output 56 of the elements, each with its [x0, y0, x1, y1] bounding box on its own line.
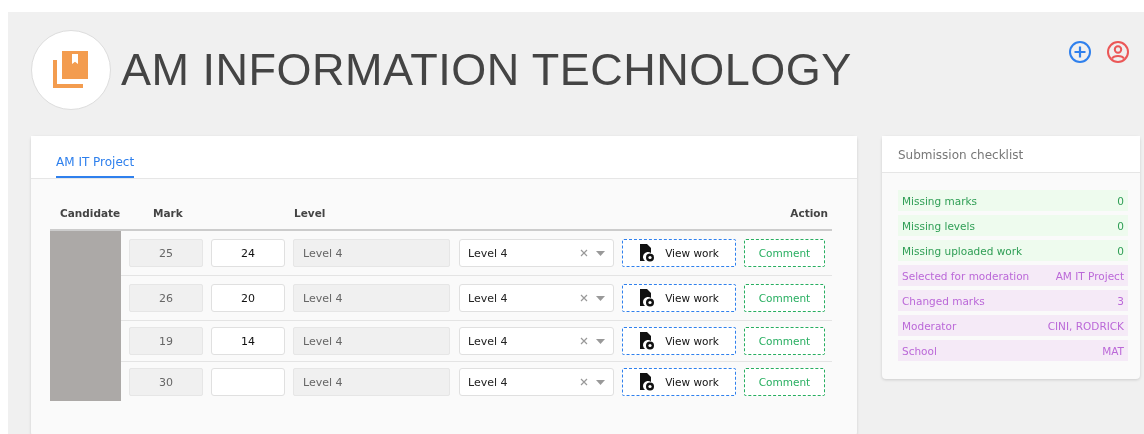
panel-title: Submission checklist — [882, 136, 1140, 173]
original-level: Level 4 — [293, 284, 450, 312]
checklist-value: MAT — [1102, 344, 1124, 357]
mark-input[interactable] — [211, 368, 285, 396]
checklist-value: 3 — [1117, 294, 1124, 307]
checklist-value: AM IT Project — [1055, 269, 1124, 282]
original-mark: 19 — [129, 327, 203, 355]
document-eye-icon — [639, 373, 656, 391]
view-work-button[interactable]: View work — [622, 327, 736, 355]
checklist-value: 0 — [1117, 244, 1124, 257]
document-eye-icon — [639, 289, 656, 307]
level-select[interactable]: Level 4 — [459, 284, 614, 312]
checklist-value: 0 — [1117, 219, 1124, 232]
original-mark: 25 — [129, 239, 203, 267]
book-icon — [53, 50, 89, 90]
original-level: Level 4 — [293, 368, 450, 396]
page-title: AM INFORMATION TECHNOLOGY — [121, 44, 853, 96]
project-tab[interactable]: AM IT Project — [56, 136, 135, 178]
clear-icon[interactable] — [580, 337, 588, 345]
caret-icon[interactable] — [596, 250, 605, 256]
clear-icon[interactable] — [580, 294, 588, 302]
column-header: Candidate — [59, 207, 122, 221]
view-work-button[interactable]: View work — [622, 239, 736, 267]
clear-icon[interactable] — [580, 378, 588, 386]
original-level: Level 4 — [293, 327, 450, 355]
mark-input[interactable]: 24 — [211, 239, 285, 267]
original-mark: 26 — [129, 284, 203, 312]
checklist-label: Changed marks — [902, 294, 985, 307]
original-mark: 30 — [129, 368, 203, 396]
level-select[interactable]: Level 4 — [459, 327, 614, 355]
checklist-label: Selected for moderation — [902, 269, 1030, 282]
user-icon[interactable] — [1106, 40, 1130, 64]
column-header: Mark — [153, 207, 184, 221]
document-eye-icon — [639, 332, 656, 350]
view-work-button[interactable]: View work — [622, 284, 736, 312]
view-work-button[interactable]: View work — [622, 368, 736, 396]
level-select[interactable]: Level 4 — [459, 239, 614, 267]
add-icon[interactable] — [1068, 40, 1092, 64]
checklist-label: Moderator — [902, 319, 957, 332]
checklist-label: School — [902, 344, 937, 357]
document-eye-icon — [639, 244, 656, 262]
mark-input[interactable]: 20 — [211, 284, 285, 312]
clear-icon[interactable] — [580, 249, 588, 257]
checklist-value: CINI, RODRICK — [1047, 319, 1124, 332]
caret-icon[interactable] — [596, 379, 605, 385]
checklist-label: Missing uploaded work — [902, 244, 1023, 257]
checklist-label: Missing marks — [902, 194, 978, 207]
column-header: Action — [790, 207, 829, 221]
column-header: Level — [294, 207, 327, 221]
caret-icon[interactable] — [596, 295, 605, 301]
checklist-label: Missing levels — [902, 219, 975, 232]
mark-input[interactable]: 14 — [211, 327, 285, 355]
caret-icon[interactable] — [596, 338, 605, 344]
checklist-value: 0 — [1117, 194, 1124, 207]
level-select[interactable]: Level 4 — [459, 368, 614, 396]
original-level: Level 4 — [293, 239, 450, 267]
